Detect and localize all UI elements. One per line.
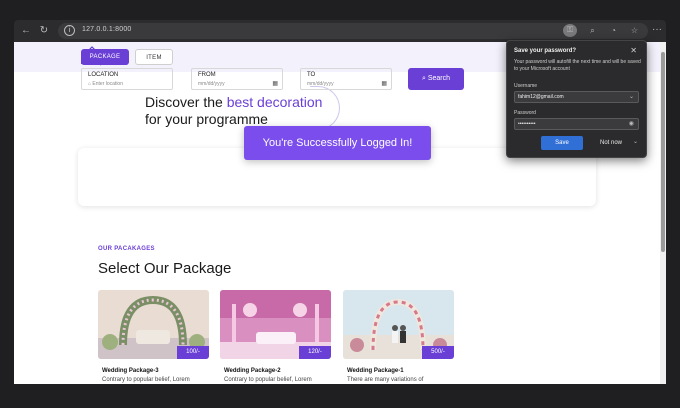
address-bar[interactable]: i 127.0.0.1:8000 ⚿ ⌕ ◔ ☆: [58, 23, 648, 39]
location-label: LOCATION: [88, 72, 119, 78]
section-title: Select Our Package: [98, 260, 232, 277]
username-field[interactable]: fahim12@gmail.com ⌄: [514, 91, 639, 103]
to-date-field[interactable]: TO mm/dd/yyyy ▦: [300, 68, 392, 90]
page-scrollbar[interactable]: [660, 42, 666, 384]
username-value: fahim12@gmail.com: [518, 94, 564, 100]
password-label: Password: [514, 110, 536, 116]
extension-icon[interactable]: ◔: [608, 25, 619, 36]
password-value: ••••••••••: [518, 121, 536, 127]
package-description: Contrary to popular belief, Lorem: [102, 377, 190, 383]
tab-item[interactable]: ITEM: [135, 49, 173, 65]
more-menu-icon[interactable]: ···: [652, 24, 662, 35]
login-success-toast: You're Successfully Logged In!: [244, 126, 431, 160]
package-title[interactable]: Wedding Package-3: [102, 368, 159, 374]
price-badge: 500/-: [422, 346, 454, 359]
eye-icon[interactable]: ◉: [629, 119, 634, 130]
chevron-down-icon[interactable]: ⌄: [629, 92, 634, 103]
to-label: TO: [307, 72, 316, 78]
key-icon[interactable]: ⚿: [563, 24, 577, 37]
from-label: FROM: [198, 72, 216, 78]
hero-heading: Discover the best decoration for your pr…: [145, 94, 322, 128]
price-badge: 120/-: [299, 346, 331, 359]
package-card[interactable]: 500/- Wedding Package-1 There are many v…: [343, 290, 454, 384]
hero-line1-prefix: Discover the: [145, 94, 227, 110]
back-arrow-icon[interactable]: ←: [20, 25, 32, 37]
hero-line1-accent: best decoration: [226, 94, 323, 110]
search-button-label: Search: [427, 75, 451, 82]
favorite-star-icon[interactable]: ☆: [629, 25, 640, 36]
package-image[interactable]: 500/-: [343, 290, 454, 359]
refresh-icon[interactable]: ↻: [38, 25, 50, 37]
dialog-title: Save your password?: [514, 48, 577, 54]
save-button[interactable]: Save: [541, 136, 583, 150]
username-label: Username: [514, 83, 538, 89]
package-card[interactable]: 100/- Wedding Package-3 Contrary to popu…: [98, 290, 209, 384]
scroll-thumb[interactable]: [661, 52, 665, 252]
url-text[interactable]: 127.0.0.1:8000: [82, 26, 132, 33]
search-button[interactable]: ⌕ Search: [408, 68, 464, 90]
from-date-input[interactable]: mm/dd/yyyy: [198, 81, 225, 87]
dialog-description: Your password will autofill the next tim…: [514, 59, 641, 72]
package-title[interactable]: Wedding Package-1: [347, 368, 404, 374]
location-field[interactable]: LOCATION ⌂ Enter location: [81, 68, 173, 90]
package-image[interactable]: 120/-: [220, 290, 331, 359]
package-title[interactable]: Wedding Package-2: [224, 368, 281, 374]
tab-package[interactable]: PACKAGE: [81, 49, 129, 65]
search-icon: ⌕: [421, 75, 426, 82]
chevron-down-icon[interactable]: ⌄: [633, 138, 638, 145]
location-input[interactable]: ⌂ Enter location: [88, 81, 123, 87]
site-info-icon[interactable]: i: [64, 25, 75, 36]
save-password-dialog: Save your password? ✕ Your password will…: [506, 40, 647, 158]
zoom-icon[interactable]: ⌕: [587, 25, 598, 36]
calendar-icon[interactable]: ▦: [381, 80, 387, 87]
from-date-field[interactable]: FROM mm/dd/yyyy ▦: [191, 68, 283, 90]
section-eyebrow: OUR PACAKAGES: [98, 246, 155, 252]
package-description: Contrary to popular belief, Lorem: [224, 377, 312, 383]
password-field[interactable]: •••••••••• ◉: [514, 118, 639, 130]
package-image[interactable]: 100/-: [98, 290, 209, 359]
not-now-button[interactable]: Not now: [589, 136, 633, 150]
to-date-input[interactable]: mm/dd/yyyy: [307, 81, 334, 87]
address-bar-actions: ⚿ ⌕ ◔ ☆: [563, 24, 640, 37]
browser-toolbar: ← ↻ i 127.0.0.1:8000 ⚿ ⌕ ◔ ☆ ···: [14, 20, 666, 42]
hero-line2: for your programme: [145, 111, 268, 127]
package-card[interactable]: 120/- Wedding Package-2 Contrary to popu…: [220, 290, 331, 384]
package-description: There are many variations of: [347, 377, 424, 383]
price-badge: 100/-: [177, 346, 209, 359]
calendar-icon[interactable]: ▦: [272, 80, 278, 87]
close-icon[interactable]: ✕: [630, 46, 637, 55]
